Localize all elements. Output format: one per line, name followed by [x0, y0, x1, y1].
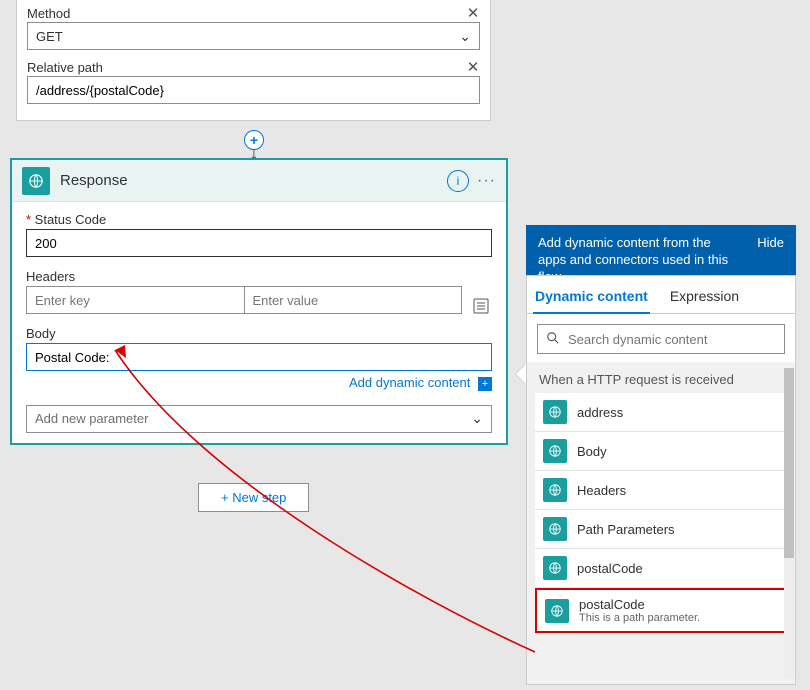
dc-item-headers[interactable]: Headers: [535, 471, 787, 510]
headers-toggle-icon[interactable]: [470, 298, 492, 314]
panel-callout-icon: [516, 364, 526, 384]
relative-path-input[interactable]: [27, 76, 480, 104]
add-new-parameter-select[interactable]: Add new parameter ⌄: [26, 405, 492, 433]
dc-item-label: Body: [577, 444, 607, 459]
dc-item-label: postalCode: [577, 561, 643, 576]
add-dynamic-content-icon[interactable]: +: [478, 377, 492, 391]
method-value: GET: [36, 29, 63, 44]
add-dynamic-content-link[interactable]: Add dynamic content: [349, 375, 470, 390]
response-card: Response i ··· * Status Code Headers Bod…: [10, 158, 508, 445]
dynamic-content-panel: Dynamic content Expression When a HTTP r…: [526, 275, 796, 685]
http-trigger-icon: [543, 517, 567, 541]
headers-label: Headers: [26, 269, 462, 284]
dc-item-body[interactable]: Body: [535, 432, 787, 471]
search-icon: [546, 331, 560, 348]
relative-path-label: Relative path: [27, 60, 480, 75]
dc-item-label: address: [577, 405, 623, 420]
headers-value-input[interactable]: [244, 286, 463, 314]
response-header[interactable]: Response i ···: [12, 160, 506, 202]
http-trigger-icon: [543, 478, 567, 502]
tab-dynamic-content[interactable]: Dynamic content: [533, 282, 650, 314]
status-code-input[interactable]: [26, 229, 492, 257]
method-field: Method ✕ GET ⌄: [27, 6, 480, 50]
method-select[interactable]: GET ⌄: [27, 22, 480, 50]
method-label: Method: [27, 6, 480, 21]
response-action-icon: [22, 167, 50, 195]
more-menu-icon[interactable]: ···: [477, 172, 496, 190]
arrow-down-icon: ↓: [244, 148, 264, 158]
dc-search-box[interactable]: [537, 324, 785, 354]
step-connector: + ↓: [244, 130, 264, 158]
dc-item-path-parameters[interactable]: Path Parameters: [535, 510, 787, 549]
hide-dynamic-content-button[interactable]: Hide: [757, 235, 784, 250]
tab-expression[interactable]: Expression: [668, 282, 741, 313]
http-action-card: Method ✕ GET ⌄ Relative path ✕: [16, 0, 491, 121]
relative-path-field: Relative path ✕: [27, 60, 480, 104]
http-trigger-icon: [543, 439, 567, 463]
body-label: Body: [26, 326, 492, 341]
status-code-label: * Status Code: [26, 212, 492, 227]
dc-item-description: This is a path parameter.: [579, 612, 700, 624]
dc-scrollbar-thumb[interactable]: [784, 368, 794, 558]
info-icon[interactable]: i: [447, 170, 469, 192]
dc-item-postalcode[interactable]: postalCode: [535, 549, 787, 588]
dc-tabs: Dynamic content Expression: [527, 276, 795, 314]
clear-method-icon[interactable]: ✕: [464, 4, 482, 22]
http-trigger-icon: [545, 599, 569, 623]
response-title: Response: [60, 172, 447, 189]
response-body-area: * Status Code Headers Body Add dynamic c…: [12, 202, 506, 443]
chevron-down-icon: ⌄: [471, 410, 483, 427]
dc-item-label: postalCode: [579, 597, 700, 612]
chevron-down-icon: ⌄: [459, 28, 471, 45]
body-input[interactable]: [26, 343, 492, 371]
dc-section-title: When a HTTP request is received: [531, 362, 791, 393]
dc-item-label: Headers: [577, 483, 626, 498]
new-step-button[interactable]: + New step: [198, 483, 309, 512]
http-trigger-icon: [543, 400, 567, 424]
dc-search-input[interactable]: [568, 332, 776, 347]
dc-results-section: When a HTTP request is received address …: [527, 362, 795, 684]
add-new-parameter-placeholder: Add new parameter: [35, 411, 148, 426]
clear-path-icon[interactable]: ✕: [464, 58, 482, 76]
headers-key-input[interactable]: [26, 286, 244, 314]
dc-item-label: Path Parameters: [577, 522, 675, 537]
dc-item-address[interactable]: address: [535, 393, 787, 432]
dc-item-postalcode-path-param[interactable]: postalCode This is a path parameter.: [535, 588, 787, 633]
http-trigger-icon: [543, 556, 567, 580]
